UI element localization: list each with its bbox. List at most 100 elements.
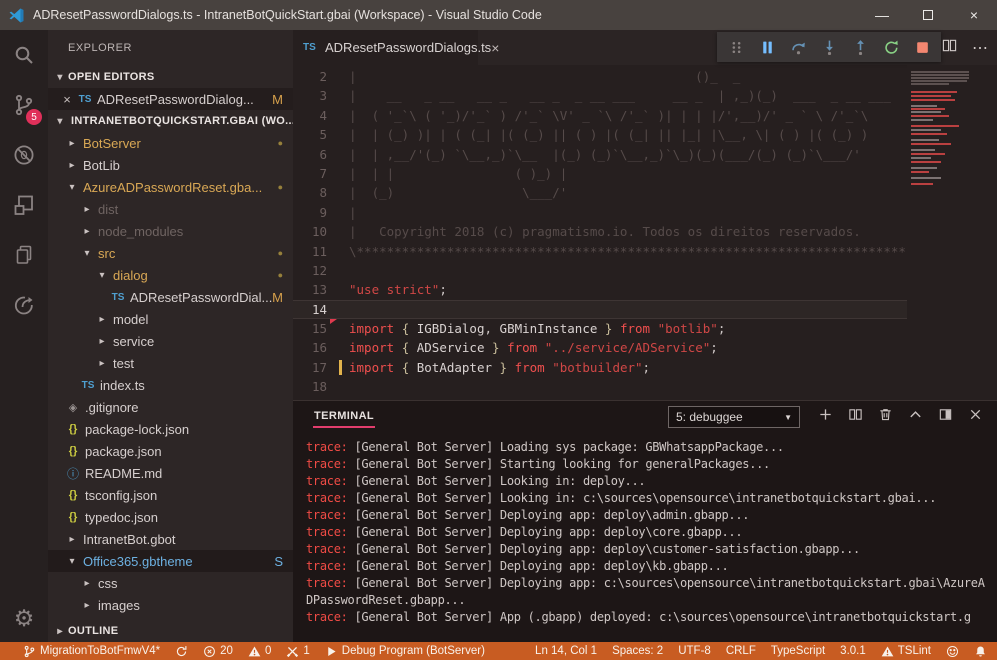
terminal-output[interactable]: trace: [General Bot Server] Loading sys … <box>293 433 997 642</box>
code-line-3[interactable]: 3| __ _ __ __ _ __ _ _ __ ___ __ _ | ,_)… <box>293 86 907 105</box>
code-line-17[interactable]: 17import { BotAdapter } from "botbuilder… <box>293 358 907 377</box>
kill-terminal-icon[interactable] <box>878 407 893 427</box>
tree-item-azureadpasswordreset-gba[interactable]: ▾AzureADPasswordReset.gba...● <box>48 176 293 198</box>
status-1[interactable]: 1 <box>286 645 309 658</box>
code-line-6[interactable]: 6| | ,__/'(_) `\__,_)`\__ |(_) (_)`\__,_… <box>293 145 907 164</box>
tree-item-service[interactable]: ▸service <box>48 330 293 352</box>
status-ln-14-col-1[interactable]: Ln 14, Col 1 <box>535 645 597 657</box>
code-line-15[interactable]: 15import { IGBDialog, GBMinInstance } fr… <box>293 319 907 338</box>
outline-label: OUTLINE <box>68 625 118 637</box>
tree-item-package-json[interactable]: {}package.json <box>48 440 293 462</box>
minimap[interactable] <box>907 65 984 400</box>
tree-item-office365-gbtheme[interactable]: ▾Office365.gbthemeS <box>48 550 293 572</box>
status-smiley[interactable] <box>946 645 959 658</box>
split-editor-icon[interactable] <box>942 38 957 58</box>
code-line-9[interactable]: 9| <box>293 203 907 222</box>
split-terminal-icon[interactable] <box>848 407 863 427</box>
debug-icon[interactable] <box>0 130 48 180</box>
status-spaces-2[interactable]: Spaces: 2 <box>612 645 663 657</box>
tree-item-node-modules[interactable]: ▸node_modules <box>48 220 293 242</box>
code-line-11[interactable]: 11\*************************************… <box>293 242 907 261</box>
minimize-button[interactable]: — <box>859 0 905 30</box>
tree-item-botserver[interactable]: ▸BotServer● <box>48 132 293 154</box>
status-20[interactable]: 20 <box>203 645 233 658</box>
code-line-16[interactable]: 16import { ADService } from "../service/… <box>293 338 907 357</box>
terminal-panel: TERMINAL 5: debuggee ▼ <box>293 400 997 642</box>
git-modified-badge: M <box>272 92 283 107</box>
step-into-button[interactable] <box>818 36 840 58</box>
code-line-10[interactable]: 10| Copyright 2018 (c) pragmatismo.io. T… <box>293 222 907 241</box>
status-utf-8[interactable]: UTF-8 <box>678 645 711 657</box>
tree-item-dist[interactable]: ▸dist <box>48 198 293 220</box>
code-line-8[interactable]: 8| (_) \___/' <box>293 183 907 202</box>
open-editor-item[interactable]: × TS ADResetPasswordDialog... M <box>48 88 293 110</box>
new-terminal-icon[interactable] <box>818 407 833 427</box>
code-editor[interactable]: 2| ()_ _3| __ _ __ __ _ __ _ _ __ ___ __… <box>293 65 997 400</box>
tree-item-index-ts[interactable]: TSindex.ts <box>48 374 293 396</box>
maximize-button[interactable] <box>905 0 951 30</box>
tree-item-botlib[interactable]: ▸BotLib <box>48 154 293 176</box>
terminal-selector-dropdown[interactable]: 5: debuggee ▼ <box>668 406 800 428</box>
tree-item-model[interactable]: ▸model <box>48 308 293 330</box>
code-line-13[interactable]: 13"use strict"; <box>293 280 907 299</box>
drag-grip-icon[interactable] <box>725 36 747 58</box>
tree-item-readme-md[interactable]: ⓘREADME.md <box>48 462 293 484</box>
step-out-button[interactable] <box>849 36 871 58</box>
line-text: | | | ( )_) | <box>327 164 567 183</box>
code-line-14[interactable]: 14 <box>293 300 907 319</box>
open-editors-header[interactable]: ▾ OPEN EDITORS <box>48 66 293 88</box>
tree-item-src[interactable]: ▾src● <box>48 242 293 264</box>
status-migrationtobotfmwv4[interactable]: MigrationToBotFmwV4* <box>23 645 160 658</box>
status-sync[interactable] <box>175 645 188 658</box>
status-3-0-1[interactable]: 3.0.1 <box>840 645 866 657</box>
tree-item-gitignore[interactable]: ◈.gitignore <box>48 396 293 418</box>
workspace-section-header[interactable]: ▾ INTRANETBOTQUICKSTART.GBAI (WO... <box>48 110 293 132</box>
pause-button[interactable] <box>756 36 778 58</box>
tab-adresetpassworddialogs[interactable]: TS ADResetPasswordDialogs.ts × <box>293 30 478 65</box>
status-0[interactable]: 0 <box>248 645 271 658</box>
code-line-7[interactable]: 7| | | ( )_) | <box>293 164 907 183</box>
warning-icon <box>248 645 261 658</box>
documents-icon[interactable] <box>0 230 48 280</box>
tree-item-typedoc-json[interactable]: {}typedoc.json <box>48 506 293 528</box>
tree-item-dialog[interactable]: ▾dialog● <box>48 264 293 286</box>
tree-item-intranetbot-gbot[interactable]: ▸IntranetBot.gbot <box>48 528 293 550</box>
outline-section-header[interactable]: ▸ OUTLINE <box>48 620 293 642</box>
close-tab-icon[interactable]: × <box>491 40 499 56</box>
extensions-icon[interactable] <box>0 180 48 230</box>
code-line-5[interactable]: 5| | (_) )| | ( (_| |( (_) || ( ) |( (_|… <box>293 125 907 144</box>
code-line-18[interactable]: 18 <box>293 377 907 396</box>
status-typescript[interactable]: TypeScript <box>771 645 825 657</box>
status-bell[interactable] <box>974 645 987 658</box>
code-line-4[interactable]: 4| ( '_`\ ( '_)/'_` ) /'_` \V' _ `\ /'_`… <box>293 106 907 125</box>
status-tslint[interactable]: TSLint <box>881 645 931 658</box>
tree-item-images[interactable]: ▸images <box>48 594 293 616</box>
tree-item-adresetpassworddial[interactable]: TSADResetPasswordDial...M <box>48 286 293 308</box>
panel-header: TERMINAL 5: debuggee ▼ <box>293 401 997 433</box>
stop-button[interactable] <box>911 36 933 58</box>
code-line-2[interactable]: 2| ()_ _ <box>293 67 907 86</box>
tree-item-tsconfig-json[interactable]: {}tsconfig.json <box>48 484 293 506</box>
maximize-panel-icon[interactable] <box>908 407 923 427</box>
settings-gear-icon[interactable]: ⚙ <box>0 594 48 642</box>
open-editor-label: ADResetPasswordDialog... <box>94 92 272 107</box>
step-over-button[interactable] <box>787 36 809 58</box>
source-control-icon[interactable]: 5 <box>0 80 48 130</box>
code-line-12[interactable]: 12 <box>293 261 907 280</box>
terminal-line: trace: [General Bot Server] Deploying ap… <box>306 507 991 524</box>
search-icon[interactable] <box>0 30 48 80</box>
restart-button[interactable] <box>880 36 902 58</box>
status-crlf[interactable]: CRLF <box>726 645 756 657</box>
tree-item-css[interactable]: ▸css <box>48 572 293 594</box>
explorer-sidebar: EXPLORER ▾ OPEN EDITORS × TS ADResetPass… <box>48 30 293 642</box>
close-panel-icon[interactable] <box>968 407 983 427</box>
tree-item-test[interactable]: ▸test <box>48 352 293 374</box>
close-editor-icon[interactable]: × <box>58 92 76 107</box>
status-debug-program-botserver[interactable]: Debug Program (BotServer) <box>325 645 485 658</box>
tree-item-package-lock-json[interactable]: {}package-lock.json <box>48 418 293 440</box>
share-icon[interactable] <box>0 280 48 330</box>
more-actions-icon[interactable]: ⋯ <box>972 38 989 58</box>
close-window-button[interactable]: × <box>951 0 997 30</box>
tab-terminal[interactable]: TERMINAL <box>313 407 375 428</box>
toggle-panel-icon[interactable] <box>938 407 953 427</box>
